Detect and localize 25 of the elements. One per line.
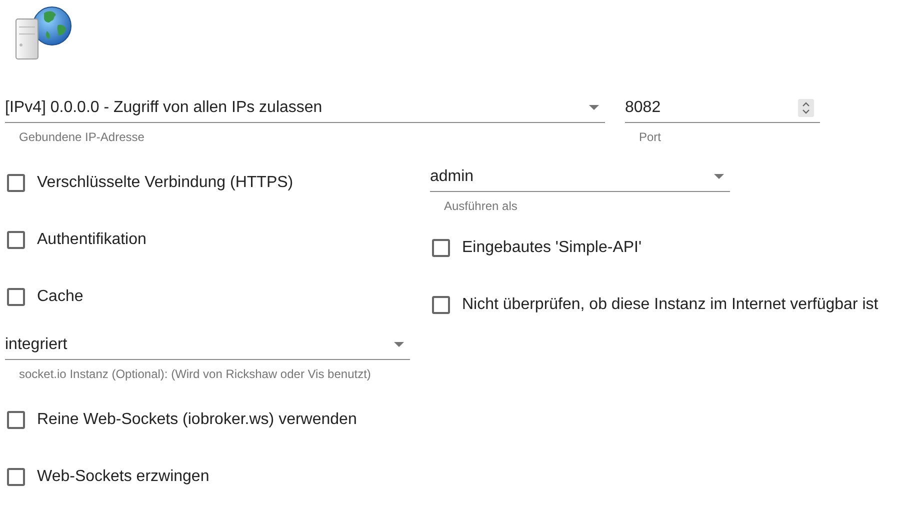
select-field[interactable]: integriert bbox=[5, 330, 410, 360]
checkbox-label: Reine Web-Sockets (iobroker.ws) verwenden bbox=[37, 410, 357, 428]
checkbox[interactable] bbox=[7, 174, 25, 192]
checkbox-label: Eingebautes 'Simple-API' bbox=[462, 238, 642, 256]
helper-text: Gebundene IP-Adresse bbox=[19, 130, 146, 144]
checkbox-label: Verschlüsselte Verbindung (HTTPS) bbox=[37, 174, 294, 192]
helper-text: Ausführen als bbox=[444, 199, 518, 213]
checkbox-label: Authentifikation bbox=[37, 230, 146, 248]
checkbox-label: Web-Sockets erzwingen bbox=[37, 468, 210, 486]
helper-text: socket.io Instanz (Optional): (Wird von Rickshaw oder Vis benutzt) bbox=[19, 367, 372, 381]
helper-text: Port bbox=[639, 130, 662, 144]
checkbox[interactable] bbox=[7, 230, 25, 248]
port-field[interactable]: 8082 bbox=[625, 93, 820, 123]
checkbox[interactable] bbox=[432, 238, 450, 256]
checkbox[interactable] bbox=[7, 468, 25, 486]
checkbox-label: Cache bbox=[37, 288, 84, 306]
select-field[interactable]: admin bbox=[430, 162, 730, 192]
caret-icon bbox=[589, 105, 599, 110]
select-field[interactable]: [IPv4] 0.0.0.0 - Zugriff von allen IPs zulassen bbox=[5, 93, 605, 123]
checkbox-label: Nicht überprüfen, ob diese Instanz im Internet verfügbar ist bbox=[462, 296, 878, 314]
caret-icon bbox=[394, 342, 404, 347]
checkbox[interactable] bbox=[432, 296, 450, 314]
caret-icon bbox=[714, 174, 724, 179]
checkbox[interactable] bbox=[7, 288, 25, 306]
checkbox[interactable] bbox=[7, 410, 25, 428]
